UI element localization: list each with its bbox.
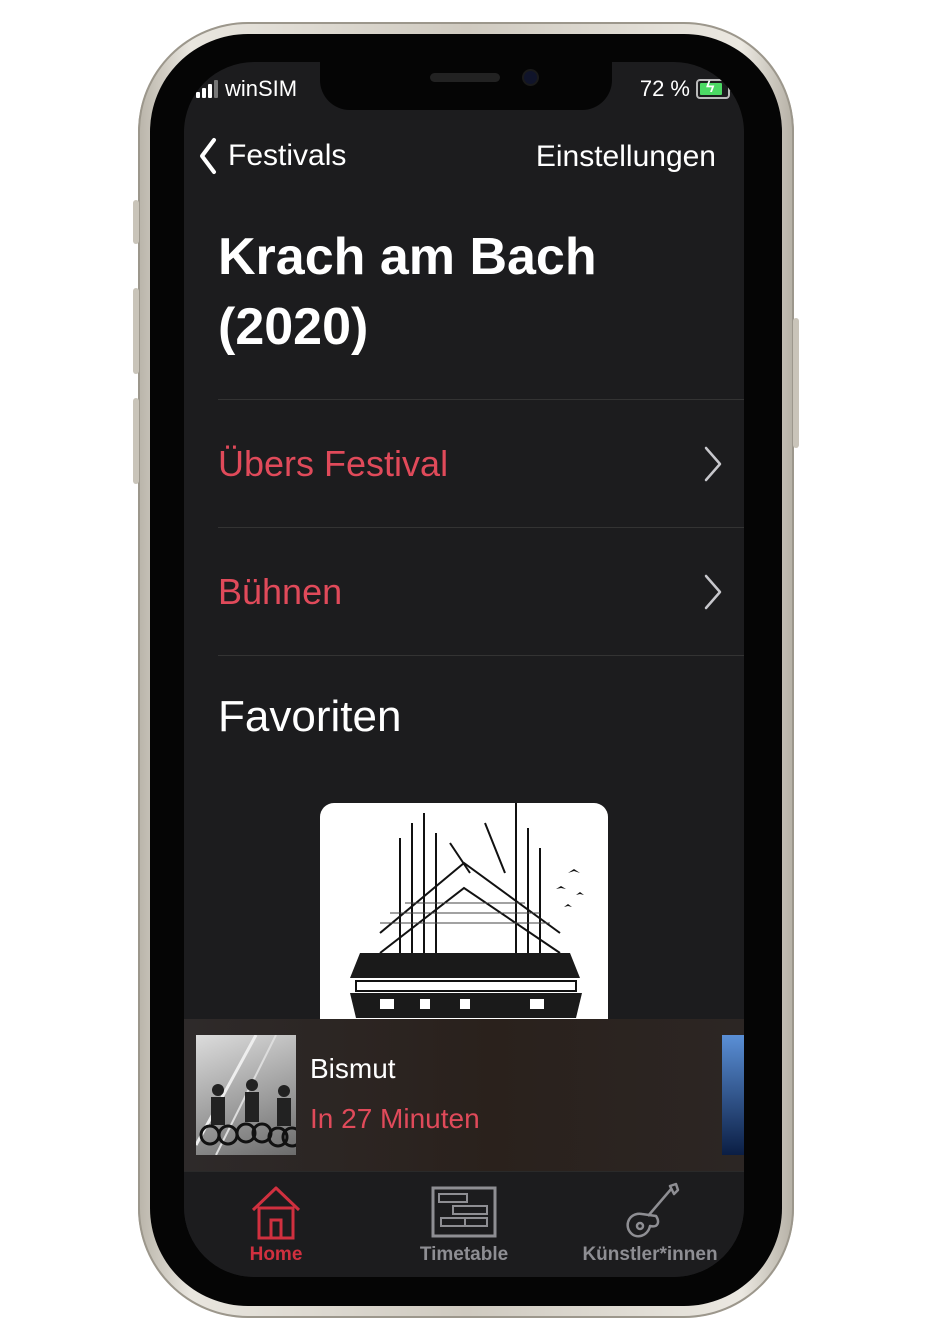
tab-artists[interactable]: Künstler*innen xyxy=(560,1182,740,1266)
volume-down-button xyxy=(133,398,139,484)
building-sketch-icon xyxy=(350,803,584,1018)
speaker xyxy=(430,73,500,82)
charging-bolt-icon: ϟ xyxy=(706,79,715,96)
timetable-icon xyxy=(431,1186,497,1238)
chevron-right-icon xyxy=(704,574,722,610)
chevron-right-icon xyxy=(704,446,722,482)
divider xyxy=(218,655,744,656)
page-title-line1: Krach am Bach xyxy=(218,228,597,286)
page-title: Krach am Bach (2020) xyxy=(218,222,698,362)
tab-home[interactable]: Home xyxy=(186,1182,366,1266)
power-button xyxy=(793,318,799,448)
menu-item-label: Übers Festival xyxy=(218,443,449,484)
app-screen: winSIM 72 % ϟ Festivals Einstellungen Kr… xyxy=(184,62,744,1277)
tab-bar: Home Timetable Künstler*innen xyxy=(184,1171,744,1277)
page-title-line2: (2020) xyxy=(218,298,369,356)
upcoming-artist: Bismut xyxy=(310,1053,396,1084)
upcoming-time: In 27 Minuten xyxy=(310,1103,480,1134)
home-icon xyxy=(251,1186,301,1240)
signal-icon xyxy=(196,80,218,98)
menu-item-stages[interactable]: Bühnen xyxy=(218,527,744,656)
battery-percent: 72 % xyxy=(639,76,690,101)
battery-icon: ϟ xyxy=(696,79,733,99)
status-right: 72 % ϟ xyxy=(639,76,733,102)
favorites-heading: Favoriten xyxy=(218,692,402,741)
next-card-peek[interactable] xyxy=(722,1035,744,1155)
back-button[interactable]: Festivals xyxy=(198,136,346,176)
mute-switch xyxy=(133,200,139,244)
tab-artists-label: Künstler*innen xyxy=(582,1244,718,1265)
guitar-icon xyxy=(626,1182,680,1238)
chevron-left-icon xyxy=(200,138,216,174)
notch xyxy=(320,62,612,110)
tab-timetable[interactable]: Timetable xyxy=(374,1182,554,1266)
status-left: winSIM xyxy=(196,76,297,102)
upcoming-favorite-card[interactable]: Bismut In 27 Minuten xyxy=(184,1019,744,1171)
settings-button[interactable]: Einstellungen xyxy=(536,140,716,174)
menu-item-about-festival[interactable]: Übers Festival xyxy=(218,399,744,528)
tab-timetable-label: Timetable xyxy=(419,1244,509,1265)
camera xyxy=(524,71,537,84)
favorite-artwork[interactable] xyxy=(320,803,608,1033)
tab-home-label: Home xyxy=(249,1244,303,1265)
back-button-label: Festivals xyxy=(228,139,347,172)
carrier-name: winSIM xyxy=(225,76,298,101)
menu-item-label: Bühnen xyxy=(218,571,343,612)
band-photo-icon xyxy=(196,1035,296,1155)
volume-up-button xyxy=(133,288,139,374)
